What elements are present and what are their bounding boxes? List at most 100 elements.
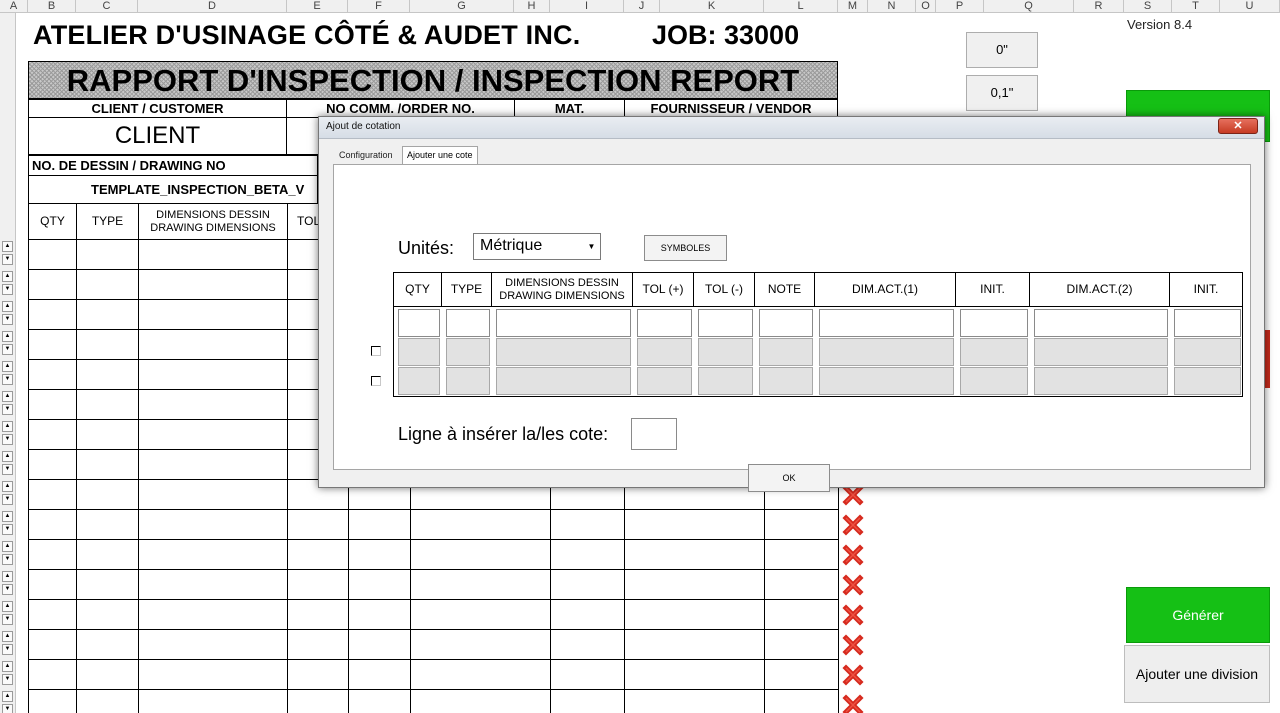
column-header-k[interactable]: K [660,0,764,13]
table-cell[interactable] [138,479,288,510]
table-cell[interactable] [28,599,77,630]
tab-add-dimension[interactable]: Ajouter une cote [402,146,478,165]
spin-up-icon[interactable]: ▲ [2,541,13,552]
table-cell[interactable] [550,629,625,660]
table-cell[interactable] [76,689,139,713]
table-cell[interactable] [550,659,625,690]
table-cell[interactable] [348,599,411,630]
table-cell[interactable] [76,359,139,390]
table-cell[interactable] [138,269,288,300]
table-cell[interactable] [28,479,77,510]
row-spinner[interactable]: ▲ ▼ [0,479,16,509]
row-spinner[interactable]: ▲ ▼ [0,419,16,449]
table-cell[interactable] [76,269,139,300]
column-header-u[interactable]: U [1220,0,1280,13]
column-header-h[interactable]: H [514,0,550,13]
table-cell[interactable] [28,389,77,420]
row-spinner[interactable]: ▲ ▼ [0,329,16,359]
table-cell[interactable] [624,599,765,630]
table-cell[interactable] [76,239,139,270]
table-cell[interactable] [287,539,349,570]
column-header-e[interactable]: E [287,0,348,13]
grid-input[interactable] [1034,309,1168,337]
table-cell[interactable] [410,569,551,600]
delete-row-icon[interactable] [842,694,864,713]
table-cell[interactable] [550,539,625,570]
spin-up-icon[interactable]: ▲ [2,361,13,372]
table-cell[interactable] [550,599,625,630]
row-spinner[interactable]: ▲ ▼ [0,299,16,329]
table-cell[interactable] [76,329,139,360]
table-cell[interactable] [76,599,139,630]
spin-down-icon[interactable]: ▼ [2,254,13,265]
insert-line-input[interactable] [631,418,677,450]
column-header-a[interactable]: A [0,0,28,13]
grid-input[interactable] [496,309,631,337]
table-cell[interactable] [28,569,77,600]
table-cell[interactable] [28,329,77,360]
table-cell[interactable] [28,509,77,540]
spin-down-icon[interactable]: ▼ [2,434,13,445]
spin-up-icon[interactable]: ▲ [2,421,13,432]
row-spinner[interactable]: ▲ ▼ [0,449,16,479]
table-cell[interactable] [138,329,288,360]
table-cell[interactable] [410,599,551,630]
spin-up-icon[interactable]: ▲ [2,511,13,522]
table-cell[interactable] [138,239,288,270]
table-cell[interactable] [28,239,77,270]
grid-input[interactable] [819,309,954,337]
table-cell[interactable] [138,539,288,570]
spin-up-icon[interactable]: ▲ [2,631,13,642]
spin-down-icon[interactable]: ▼ [2,644,13,655]
table-cell[interactable] [76,569,139,600]
table-cell[interactable] [138,689,288,713]
column-header-q[interactable]: Q [984,0,1074,13]
table-cell[interactable] [410,659,551,690]
delete-row-icon[interactable] [842,664,864,686]
table-cell[interactable] [138,299,288,330]
symbols-button[interactable]: SYMBOLES [644,235,727,261]
spin-down-icon[interactable]: ▼ [2,284,13,295]
table-cell[interactable] [550,569,625,600]
table-cell[interactable] [138,659,288,690]
table-cell[interactable] [287,689,349,713]
grid-input[interactable] [759,309,813,337]
grid-input[interactable] [698,309,753,337]
spin-up-icon[interactable]: ▲ [2,691,13,702]
client-value[interactable]: CLIENT [28,117,287,155]
add-division-button[interactable]: Ajouter une division [1124,645,1270,703]
delete-row-icon[interactable] [842,544,864,566]
table-cell[interactable] [410,509,551,540]
spin-down-icon[interactable]: ▼ [2,584,13,595]
delete-row-icon[interactable] [842,514,864,536]
tab-configuration[interactable]: Configuration [335,147,397,165]
column-header-s[interactable]: S [1124,0,1172,13]
table-cell[interactable] [287,599,349,630]
column-header-d[interactable]: D [138,0,287,13]
table-cell[interactable] [28,269,77,300]
table-cell[interactable] [76,449,139,480]
table-cell[interactable] [764,659,839,690]
grid-input[interactable] [446,309,490,337]
column-header-c[interactable]: C [76,0,138,13]
table-cell[interactable] [348,569,411,600]
row-spinner[interactable]: ▲ ▼ [0,389,16,419]
table-cell[interactable] [28,299,77,330]
table-cell[interactable] [138,569,288,600]
grid-input[interactable] [1174,309,1241,337]
column-header-j[interactable]: J [624,0,660,13]
row-spinner[interactable]: ▲ ▼ [0,509,16,539]
table-cell[interactable] [76,659,139,690]
ok-button[interactable]: OK [748,464,830,492]
spin-down-icon[interactable]: ▼ [2,524,13,535]
row-spinner[interactable]: ▲ ▼ [0,659,16,689]
table-cell[interactable] [550,689,625,713]
table-cell[interactable] [348,509,411,540]
spin-up-icon[interactable]: ▲ [2,271,13,282]
table-cell[interactable] [624,539,765,570]
table-cell[interactable] [764,509,839,540]
row-spinner[interactable]: ▲ ▼ [0,689,16,713]
drawing-value[interactable]: TEMPLATE_INSPECTION_BETA_V [28,175,318,204]
table-cell[interactable] [28,359,77,390]
table-cell[interactable] [138,359,288,390]
